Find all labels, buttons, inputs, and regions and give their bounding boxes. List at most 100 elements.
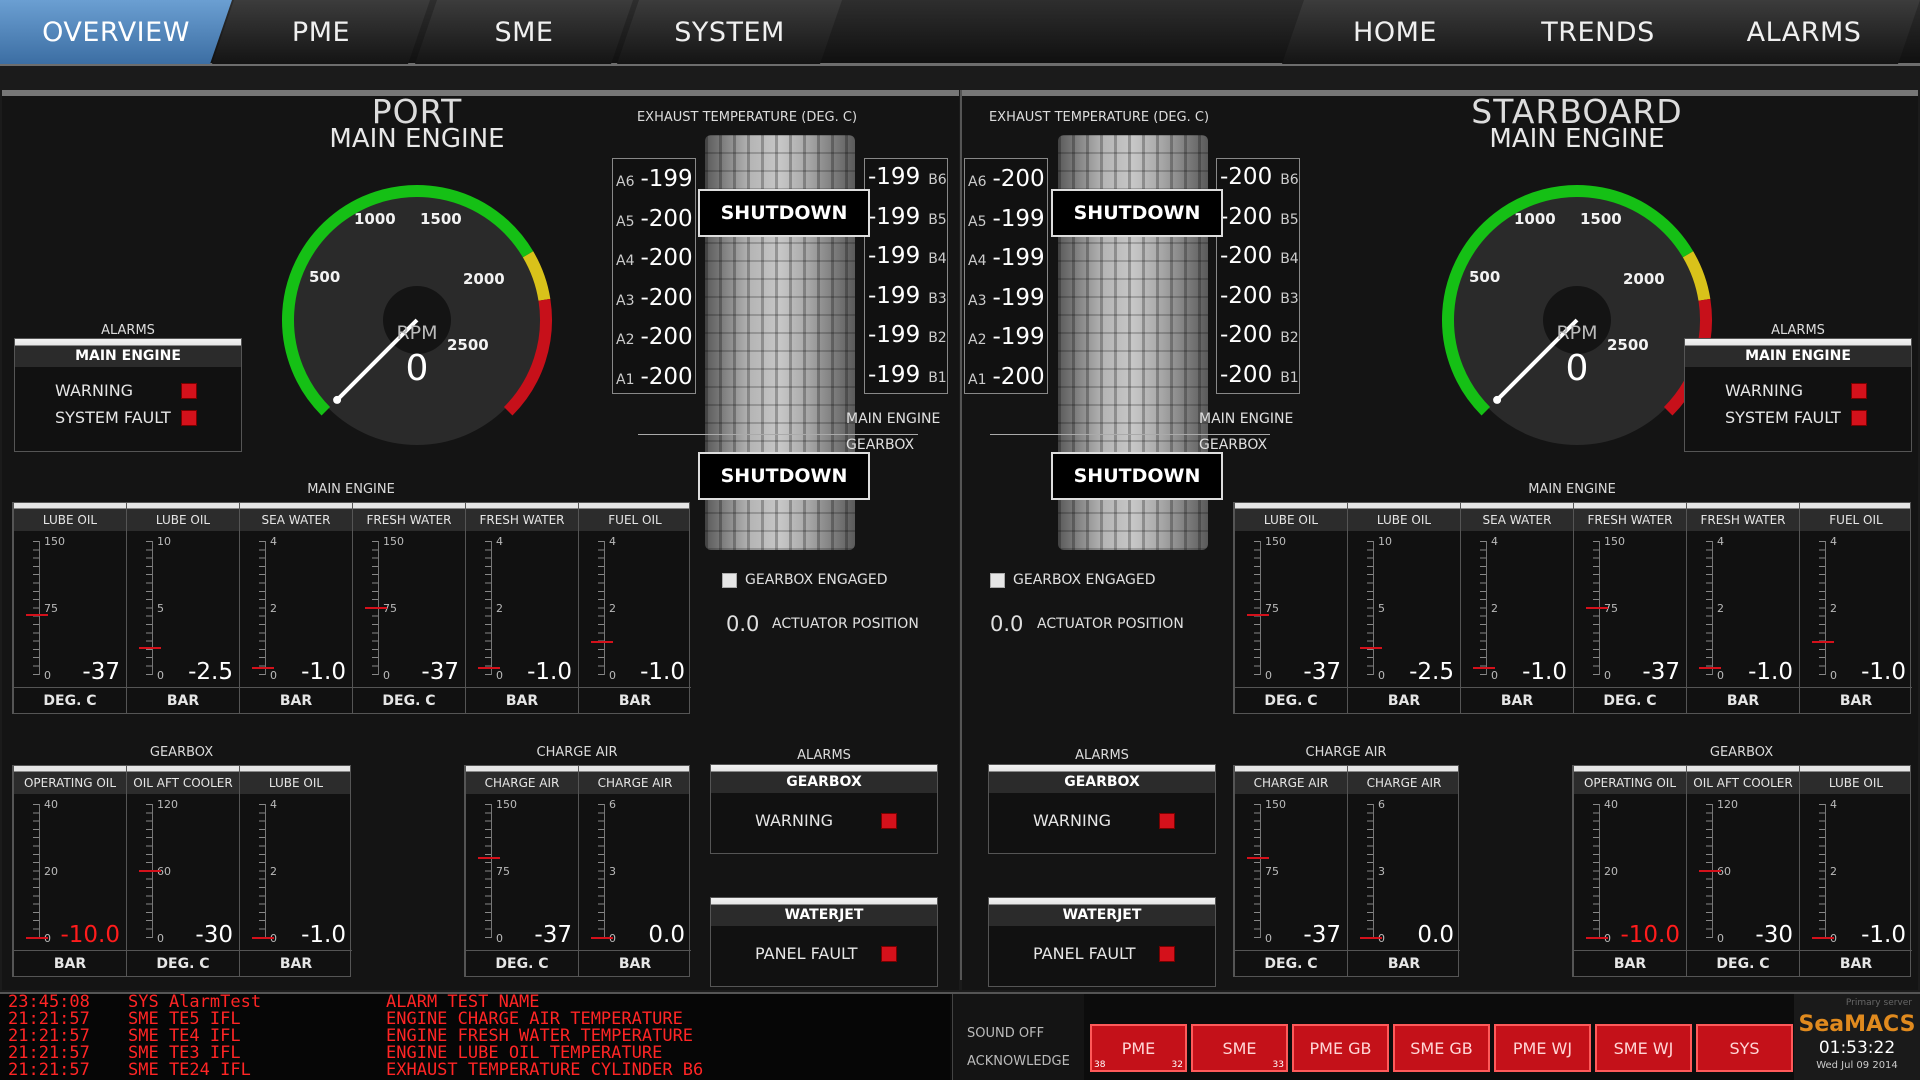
bar-scale: [478, 541, 492, 675]
unit-divider: [1574, 687, 1686, 688]
tab-alarms[interactable]: ALARMS: [1688, 0, 1920, 64]
port-gauge-svg: [282, 185, 552, 445]
system-button-label: PME WJ: [1512, 1038, 1573, 1058]
system-button-right-count: 32: [1171, 1060, 1183, 1070]
bar-title: CHARGE AIR: [1366, 776, 1442, 790]
gearbox-engaged-checkbox[interactable]: [722, 573, 737, 588]
system-button-pme[interactable]: PME 38 32: [1090, 1024, 1187, 1072]
bar-value: -37: [82, 659, 120, 685]
cylinder-label: A6: [616, 174, 635, 190]
unit-divider: [240, 687, 352, 688]
exhaust-reading-b: -200 B4: [1220, 243, 1299, 269]
cylinder-label: B5: [928, 211, 947, 228]
starboard-gauge-svg: [1442, 185, 1712, 445]
scale-mid: 2: [1830, 865, 1837, 878]
tab-system[interactable]: SYSTEM: [617, 0, 842, 64]
bar-unit: DEG. C: [1264, 956, 1318, 972]
alarm-log[interactable]: 23:45:08 SYS AlarmTest ALARM TEST NAME 21:2…: [0, 994, 950, 1080]
bar-level-marker: [478, 667, 500, 670]
cylinder-label: B2: [928, 330, 947, 346]
bar-indicator: SEA WATER 4 2 0 -1.0 BAR: [239, 503, 352, 713]
alarm-label: PANEL FAULT: [1033, 944, 1136, 963]
bar-value: -37: [1303, 922, 1341, 948]
gearbox-engaged-checkbox[interactable]: [990, 573, 1005, 588]
alarm-led: [881, 813, 897, 829]
bar-value: -1.0: [1861, 659, 1906, 685]
exhaust-reading-b: -199 B2: [868, 322, 947, 348]
acknowledge-button[interactable]: ACKNOWLEDGE: [967, 1054, 1070, 1069]
scale-max: 40: [1604, 798, 1618, 811]
bar-title: CHARGE AIR: [597, 776, 673, 790]
alarm-led: [181, 383, 197, 399]
unit-divider: [1461, 687, 1573, 688]
tab-trends[interactable]: TRENDS: [1485, 0, 1711, 64]
bar-value: -1.0: [301, 659, 346, 685]
system-button-pme-gb[interactable]: PME GB: [1292, 1024, 1389, 1072]
scale-mid: 20: [1604, 865, 1618, 878]
system-button-right-count: 33: [1272, 1060, 1284, 1070]
exhaust-left-box: [964, 158, 1048, 394]
gauge-tick-label: 500: [309, 268, 341, 286]
exhaust-value: -199: [992, 205, 1045, 232]
bar-scale: [26, 804, 40, 938]
scale-max: 4: [270, 798, 277, 811]
exhaust-reading-b: -200 B2: [1220, 322, 1299, 348]
bar-level-marker: [591, 640, 613, 643]
bar-unit: DEG. C: [43, 693, 97, 709]
starboard-rpm-gauge: 500 1000 1500 2000 2500 RPM 0: [1427, 170, 1727, 470]
alarm-label: WARNING: [755, 811, 834, 830]
separator-line: [638, 434, 918, 435]
sound-off-button[interactable]: SOUND OFF: [967, 1026, 1044, 1041]
bar-level-marker: [1699, 667, 1721, 670]
system-button-sme-wj[interactable]: SME WJ: [1595, 1024, 1692, 1072]
bar-title: SEA WATER: [1482, 513, 1552, 527]
bar-unit: BAR: [505, 693, 539, 709]
engine-shutdown-button[interactable]: SHUTDOWN: [1051, 189, 1223, 237]
scale-max: 150: [383, 535, 404, 548]
cylinder-label: A1: [616, 371, 635, 388]
log-tag: SME TE24 IFL: [128, 1060, 251, 1080]
bar-scale: [252, 541, 266, 675]
bar-title: FRESH WATER: [1700, 513, 1786, 527]
scale-mid: 2: [1491, 602, 1498, 615]
port-waterjet-alarm-box: WATERJET PANEL FAULT: [710, 897, 938, 987]
bar-level-marker: [1812, 937, 1834, 939]
bar-scale: [591, 804, 605, 938]
alarm-log-row[interactable]: 21:21:57 SME TE24 IFL EXHAUST TEMPERATURE …: [8, 1062, 950, 1079]
cylinder-label: B5: [1280, 211, 1299, 228]
alarm-box-header: GEARBOX: [989, 765, 1215, 793]
brand-panel: Primary server SeaMACS 01:53:22 Wed Jul …: [1794, 994, 1920, 1080]
bar-title: FRESH WATER: [1587, 513, 1673, 527]
engine-shutdown-button[interactable]: SHUTDOWN: [698, 189, 870, 237]
port-gearbox_group: OPERATING OIL 40 20 0 -10.0 BAR OIL AFT COOLER…: [12, 765, 352, 977]
exhaust-reading-a: A5 -200: [616, 206, 693, 232]
bar-value: -1.0: [640, 659, 685, 685]
system-button-sme[interactable]: SME 33: [1191, 1024, 1288, 1072]
bar-unit: DEG. C: [1264, 693, 1318, 709]
bar-title: SEA WATER: [261, 513, 331, 527]
system-button-sme-gb[interactable]: SME GB: [1393, 1024, 1490, 1072]
system-button-sys[interactable]: SYS: [1696, 1024, 1793, 1072]
scale-mid: 5: [1378, 602, 1385, 615]
tab-sme[interactable]: SME: [415, 0, 633, 64]
cylinder-label: A3: [968, 292, 987, 309]
scale-max: 4: [1717, 535, 1724, 548]
bar-level-marker: [1812, 640, 1834, 643]
clock-date: Wed Jul 09 2014: [1816, 1060, 1898, 1071]
bar-value: -30: [1755, 922, 1793, 948]
bar-value: -30: [195, 922, 233, 948]
exhaust-reading-a: A4 -199: [968, 245, 1045, 271]
tab-overview[interactable]: OVERVIEW: [0, 0, 232, 64]
bar-level-marker: [1247, 856, 1269, 859]
exhaust-value: -200: [640, 205, 693, 232]
actuator-value: 0.0: [726, 612, 760, 636]
log-description: EXHAUST TEMPERATURE CYLINDER B6: [386, 1060, 704, 1080]
gearbox-shutdown-button[interactable]: SHUTDOWN: [1051, 452, 1223, 500]
tab-home[interactable]: HOME: [1282, 0, 1508, 64]
bar-title: LUBE OIL: [42, 513, 98, 527]
system-button-pme-wj[interactable]: PME WJ: [1494, 1024, 1591, 1072]
tab-pme[interactable]: PME: [212, 0, 430, 64]
gearbox-shutdown-button[interactable]: SHUTDOWN: [698, 452, 870, 500]
starboard-engine-alarm-box: MAIN ENGINE WARNING SYSTEM FAULT: [1684, 338, 1912, 452]
scale-min: 0: [609, 669, 616, 682]
